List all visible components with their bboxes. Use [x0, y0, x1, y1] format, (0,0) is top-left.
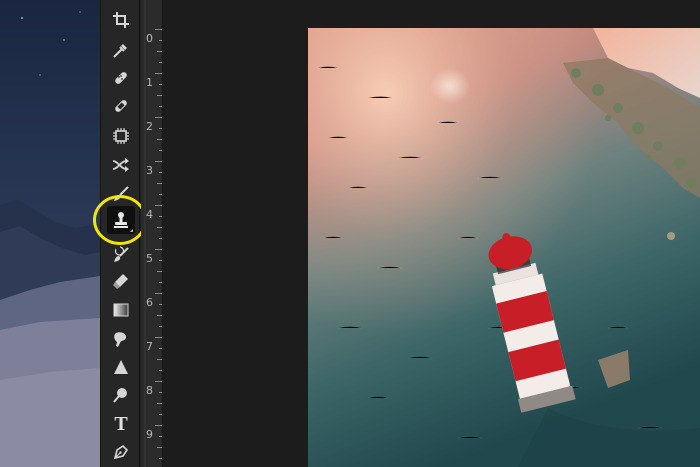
- smudge-icon: [114, 332, 127, 347]
- content-aware-tool-button[interactable]: [107, 122, 135, 150]
- document-canvas[interactable]: [163, 0, 700, 467]
- content-aware-icon: [113, 128, 129, 144]
- ruler-label: 5: [146, 252, 153, 265]
- ruler-label: 1: [146, 76, 153, 89]
- history-brush-icon: [114, 246, 129, 262]
- type-icon: T: [114, 412, 128, 435]
- gradient-tool-button[interactable]: [107, 296, 135, 324]
- ruler-label: 2: [146, 120, 153, 133]
- smudge-tool-button[interactable]: [107, 325, 135, 353]
- eraser-tool-button[interactable]: [107, 267, 135, 295]
- crop-tool-button[interactable]: [107, 6, 135, 34]
- ruler-label: 8: [146, 384, 153, 397]
- sharpen-tool-button[interactable]: [107, 353, 135, 381]
- dodge-icon: [113, 388, 127, 403]
- ruler-label: 3: [146, 164, 153, 177]
- red-eye-tool-button[interactable]: [107, 151, 135, 179]
- crop-icon: [113, 12, 129, 28]
- ruler-label: 7: [146, 340, 153, 353]
- healing-bandage-icon: [115, 100, 127, 112]
- eraser-icon: [113, 274, 128, 289]
- dodge-tool-button[interactable]: [107, 381, 135, 409]
- type-tool-button[interactable]: T: [107, 410, 135, 438]
- spot-healing-brush-tool-button[interactable]: [107, 64, 135, 92]
- clone-stamp-highlight-circle: [93, 195, 147, 245]
- spot-healing-brush-icon: [115, 72, 127, 84]
- lighthouse-photo[interactable]: [308, 28, 700, 467]
- ruler-label: 4: [146, 208, 153, 221]
- vertical-ruler[interactable]: 0 1 2 3 4 5 6 7 8 9: [141, 0, 163, 467]
- history-brush-tool-button[interactable]: [107, 241, 135, 269]
- desktop-wallpaper: [0, 0, 100, 467]
- sharpen-icon: [114, 360, 128, 374]
- ruler-label: 6: [146, 296, 153, 309]
- healing-brush-tool-button[interactable]: [107, 92, 135, 120]
- eyedropper-icon: [113, 44, 127, 58]
- red-eye-swap-icon: [112, 158, 129, 172]
- eyedropper-tool-button[interactable]: [107, 36, 135, 64]
- ruler-label: 0: [146, 32, 153, 45]
- pen-icon: [113, 444, 129, 460]
- gradient-icon: [113, 303, 129, 317]
- pen-tool-button[interactable]: [107, 438, 135, 466]
- ruler-label: 9: [146, 428, 153, 441]
